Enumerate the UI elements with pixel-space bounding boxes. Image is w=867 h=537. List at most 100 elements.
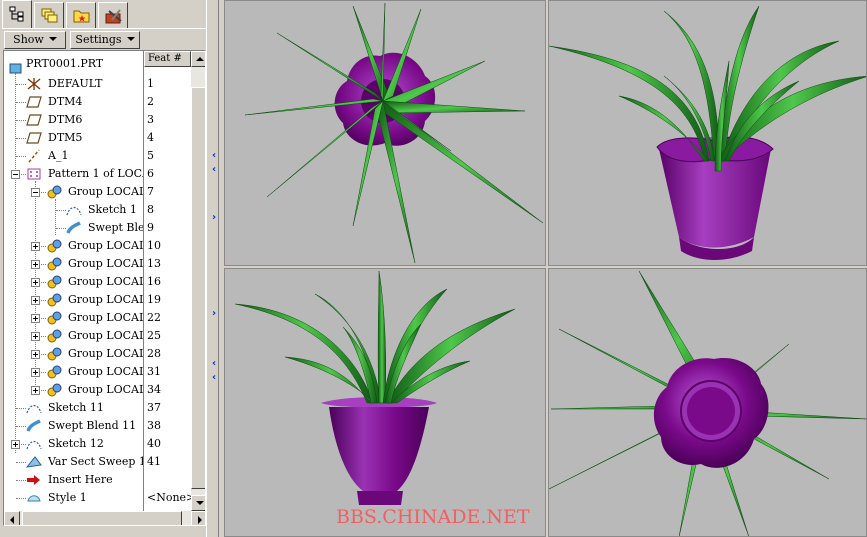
tree-line (16, 120, 26, 121)
tree-row-label: A_1 (48, 149, 69, 162)
tree-row[interactable]: Sketch 11 37 (4, 399, 191, 417)
navigator-tabs (2, 0, 212, 29)
tree-row[interactable]: Swept Blend 9 (4, 219, 191, 237)
tab-folder-browser[interactable] (66, 2, 96, 28)
tree-row[interactable]: Insert Here (4, 471, 191, 489)
settings-menu-button[interactable]: Settings (70, 31, 140, 49)
hscroll-thumb[interactable] (22, 511, 182, 525)
tree-row-label: Group LOCAL_ (68, 239, 143, 252)
tree-row[interactable]: Sketch 1 8 (4, 201, 191, 219)
style-icon (27, 495, 41, 502)
feat-number: 34 (147, 383, 161, 396)
tab-connections[interactable] (98, 2, 128, 28)
expand-icon[interactable] (31, 332, 40, 341)
expand-icon[interactable] (31, 278, 40, 287)
tree-row-label: Style 1 (48, 491, 87, 504)
collapse-icon[interactable] (11, 170, 20, 179)
scroll-up-button[interactable] (191, 51, 205, 67)
feat-number: 4 (147, 131, 154, 144)
tree-row[interactable]: A_1 5 (4, 147, 191, 165)
expand-icon[interactable] (31, 386, 40, 395)
expand-icon[interactable] (31, 350, 40, 359)
feat-number: 9 (147, 221, 154, 234)
tree-row[interactable]: Group LOCAL_ 7 (4, 183, 191, 201)
tree-row[interactable]: Group LOCAL_ 19 (4, 291, 191, 309)
feat-number: 5 (147, 149, 154, 162)
tree-row[interactable]: Group LOCAL_ 28 (4, 345, 191, 363)
viewport-top-view[interactable] (224, 0, 546, 266)
show-menu-button[interactable]: Show (4, 31, 66, 49)
insert-icon (27, 475, 40, 485)
viewport-front-view[interactable] (224, 268, 546, 537)
expand-arrow-icon[interactable]: › (212, 308, 216, 319)
expand-icon[interactable] (31, 368, 40, 377)
tree-row[interactable]: DTM5 4 (4, 129, 191, 147)
tree-row[interactable]: Group LOCAL_ 10 (4, 237, 191, 255)
tree-horizontal-scrollbar[interactable] (4, 511, 205, 525)
expand-arrow-icon[interactable]: › (212, 212, 216, 223)
expand-icon[interactable] (31, 314, 40, 323)
tree-row[interactable]: Group LOCAL_ 13 (4, 255, 191, 273)
pattern-icon (27, 168, 41, 180)
tree-row[interactable]: DTM6 3 (4, 111, 191, 129)
watermark-text: BBS.CHINADE.NET (336, 506, 530, 528)
tree-row[interactable]: Group LOCAL_ 22 (4, 309, 191, 327)
expand-icon[interactable] (31, 242, 40, 251)
scroll-thumb[interactable] (191, 87, 205, 489)
tree-row-label: Sketch 1 (88, 203, 137, 216)
feat-number: 19 (147, 293, 161, 306)
expand-icon[interactable] (31, 296, 40, 305)
plant-top-view (244, 2, 544, 264)
feat-number: 1 (147, 77, 154, 90)
viewport-bottom-view[interactable] (548, 268, 867, 537)
plane-icon (26, 132, 42, 144)
varsweep-icon (26, 456, 42, 468)
tree-row[interactable]: Style 1 <None> (4, 489, 195, 507)
tree-row[interactable]: DTM4 2 (4, 93, 191, 111)
tree-row[interactable]: DEFAULT 1 (4, 75, 191, 93)
swept-icon (26, 419, 41, 432)
scroll-left-button[interactable] (4, 511, 20, 525)
expand-icon[interactable] (11, 440, 20, 449)
tree-row[interactable]: Var Sect Sweep 1 41 (4, 453, 191, 471)
feat-number: 10 (147, 239, 161, 252)
group-icon (47, 257, 62, 271)
tree-row[interactable]: Swept Blend 11 38 (4, 417, 191, 435)
group-icon (47, 275, 62, 289)
tree-row[interactable]: Group LOCAL_ 31 (4, 363, 191, 381)
tree-row[interactable]: Pattern 1 of LOCAL_ 6 (4, 165, 191, 183)
collapse-icon[interactable] (31, 188, 40, 197)
tree-row[interactable]: Group LOCAL_ 34 (4, 381, 191, 399)
feat-number: 8 (147, 203, 154, 216)
plane-icon (26, 96, 42, 108)
collapse-arrow-icon[interactable]: ‹ (212, 358, 216, 369)
group-icon (47, 185, 62, 199)
feat-number: 22 (147, 311, 161, 324)
layers-icon (41, 8, 58, 23)
viewport-isometric-view[interactable] (548, 0, 867, 266)
collapse-arrow-icon[interactable]: ‹ (212, 164, 216, 175)
expand-icon[interactable] (31, 260, 40, 269)
feat-number: 40 (147, 437, 161, 450)
tree-row-label: DEFAULT (48, 77, 103, 90)
scroll-right-button[interactable] (191, 511, 205, 525)
tree-row[interactable]: Sketch 12 40 (4, 435, 191, 453)
tab-model-tree[interactable] (2, 0, 32, 29)
tree-row-label: Sketch 11 (48, 401, 104, 414)
folder-star-icon (73, 10, 90, 23)
panel-splitter[interactable]: ‹ ‹ › › ‹ ‹ (206, 0, 224, 537)
tab-layers[interactable] (34, 2, 64, 28)
root-label: PRT0001.PRT (26, 57, 104, 70)
part-icon (9, 63, 22, 74)
model-tree: Feat # PRT0001.PRT DEFAULT 1 DTM4 2 DTM6 3 DTM… (3, 50, 206, 526)
collapse-arrow-icon[interactable]: ‹ (212, 372, 216, 383)
tree-row-label: Swept Blend (88, 221, 143, 234)
tree-vertical-scrollbar[interactable] (191, 51, 205, 511)
tree-row[interactable]: Group LOCAL_ 25 (4, 327, 191, 345)
scroll-down-button[interactable] (191, 495, 205, 511)
tree-row[interactable]: Group LOCAL_ 16 (4, 273, 191, 291)
group-icon (47, 365, 62, 379)
feat-number: 16 (147, 275, 161, 288)
tree-line (56, 210, 66, 211)
collapse-arrow-icon[interactable]: ‹ (212, 150, 216, 161)
